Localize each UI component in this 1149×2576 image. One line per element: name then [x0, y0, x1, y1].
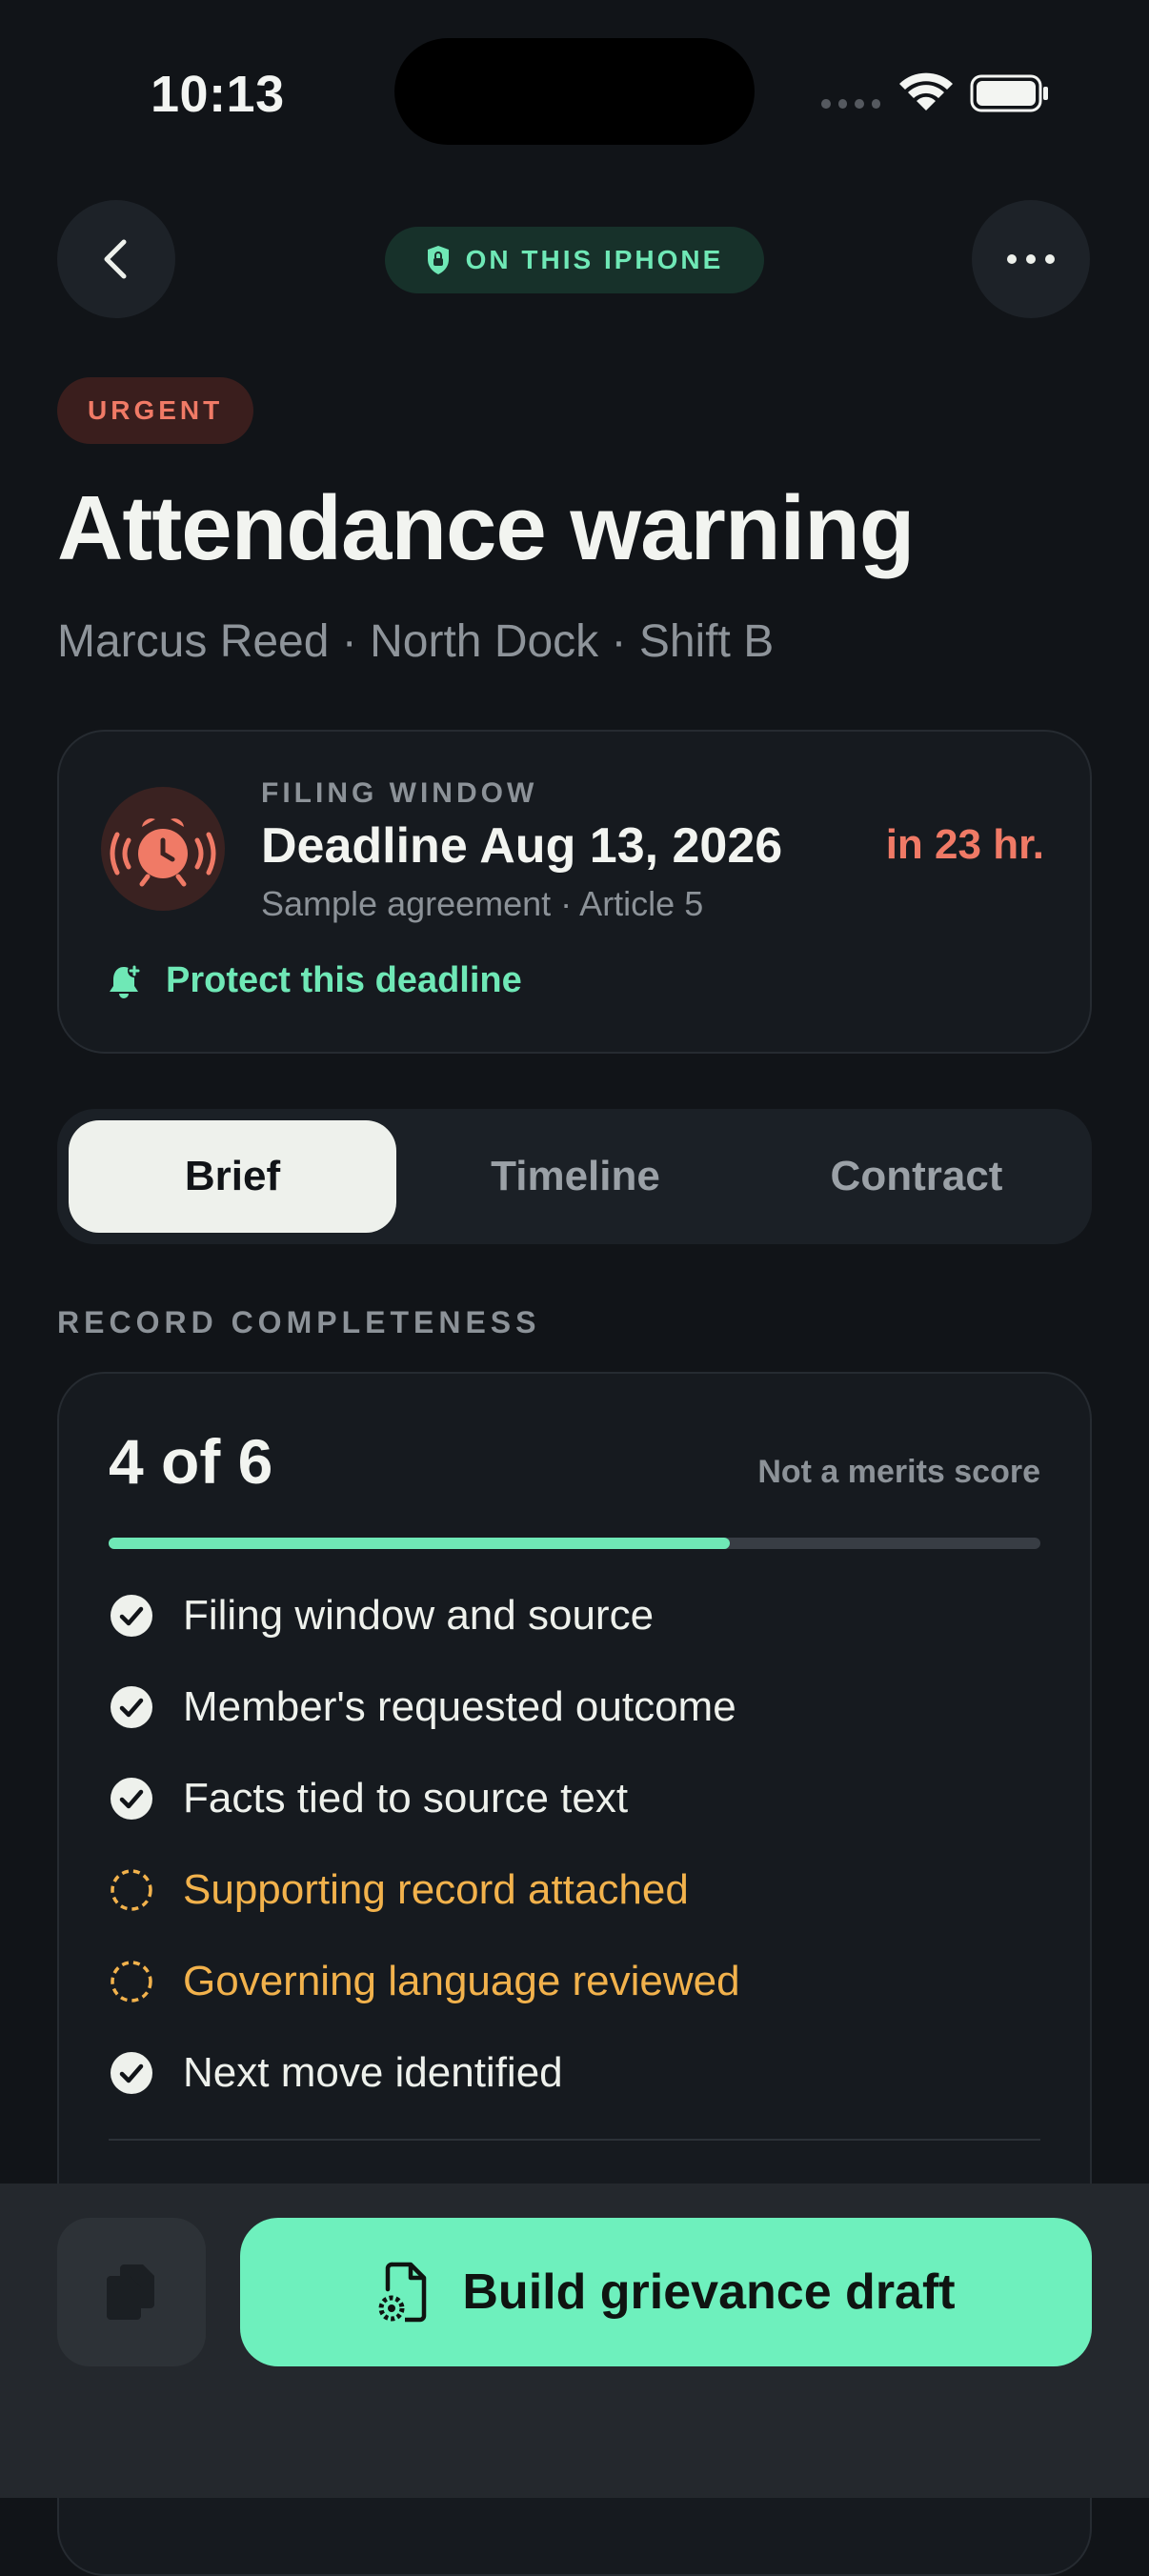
checklist-item: Governing language reviewed: [109, 1953, 740, 2010]
back-button[interactable]: [57, 200, 175, 318]
checklist-item: Next move identified: [109, 2044, 563, 2102]
checklist-item: Facts tied to source text: [109, 1770, 628, 1827]
completeness-note: Not a merits score: [757, 1454, 1040, 1490]
checklist-item: Filing window and source: [109, 1587, 654, 1644]
check-circle-icon: [111, 1686, 152, 1728]
checklist-item: Member's requested outcome: [109, 1679, 736, 1736]
lock-icon: [427, 246, 449, 274]
status-time: 10:13: [151, 66, 285, 123]
on-device-badge: ON THIS IPHONE: [385, 227, 764, 293]
deadline-source: Sample agreement · Article 5: [261, 884, 704, 923]
more-options-button[interactable]: [972, 200, 1090, 318]
completeness-count: 4 of 6: [109, 1426, 273, 1497]
tab-contract[interactable]: Contract: [753, 1120, 1080, 1233]
filing-window-label: FILING WINDOW: [261, 777, 538, 809]
record-completeness-heading: RECORD COMPLETENESS: [57, 1305, 541, 1339]
cellular-signal-icon: [821, 99, 880, 112]
battery-icon: [970, 74, 1048, 112]
build-grievance-draft-button[interactable]: Build grievance draft: [240, 2218, 1092, 2366]
tab-timeline[interactable]: Timeline: [412, 1120, 739, 1233]
case-title: Attendance warning: [57, 477, 915, 579]
alarm-badge: [101, 787, 225, 911]
check-circle-icon: [111, 1778, 152, 1820]
dynamic-island: [394, 38, 755, 145]
completeness-progress-fill: [109, 1538, 730, 1549]
dashed-circle-icon: [111, 1961, 152, 2002]
build-grievance-draft-label: Build grievance draft: [462, 2264, 956, 2320]
chevron-left-icon: [104, 239, 127, 279]
copy-icon: [107, 2264, 154, 2320]
protect-deadline-link[interactable]: Protect this deadline: [105, 960, 522, 1001]
checklist-item-label: Facts tied to source text: [183, 1775, 629, 1821]
dashed-circle-icon: [111, 1869, 152, 1911]
urgent-badge: URGENT: [57, 377, 254, 444]
ellipsis-icon: [1007, 254, 1055, 264]
protect-deadline-label: Protect this deadline: [166, 960, 522, 1000]
checklist-item-label: Supporting record attached: [183, 1866, 689, 1913]
on-device-label: ON THIS IPHONE: [465, 245, 724, 274]
check-circle-icon: [111, 2052, 152, 2094]
wifi-icon: [899, 72, 953, 111]
urgent-badge-label: URGENT: [88, 395, 224, 425]
checklist-item-label: Next move identified: [183, 2049, 563, 2096]
case-subtitle: Marcus Reed · North Dock · Shift B: [57, 616, 775, 667]
checklist-item-label: Filing window and source: [183, 1592, 655, 1639]
card-divider: [109, 2139, 1040, 2141]
checklist-item-label: Member's requested outcome: [183, 1683, 736, 1730]
document-gear-icon: [378, 2262, 427, 2323]
time-remaining: in 23 hr.: [885, 821, 1044, 868]
check-circle-icon: [111, 1595, 152, 1637]
tab-brief[interactable]: Brief: [69, 1120, 396, 1233]
bell-plus-icon: [110, 963, 141, 998]
deadline-date: Deadline Aug 13, 2026: [261, 818, 783, 874]
checklist-item-label: Governing language reviewed: [183, 1958, 740, 2004]
alarm-clock-icon: [110, 818, 216, 887]
checklist-item: Supporting record attached: [109, 1862, 689, 1919]
copy-button[interactable]: [57, 2218, 206, 2366]
